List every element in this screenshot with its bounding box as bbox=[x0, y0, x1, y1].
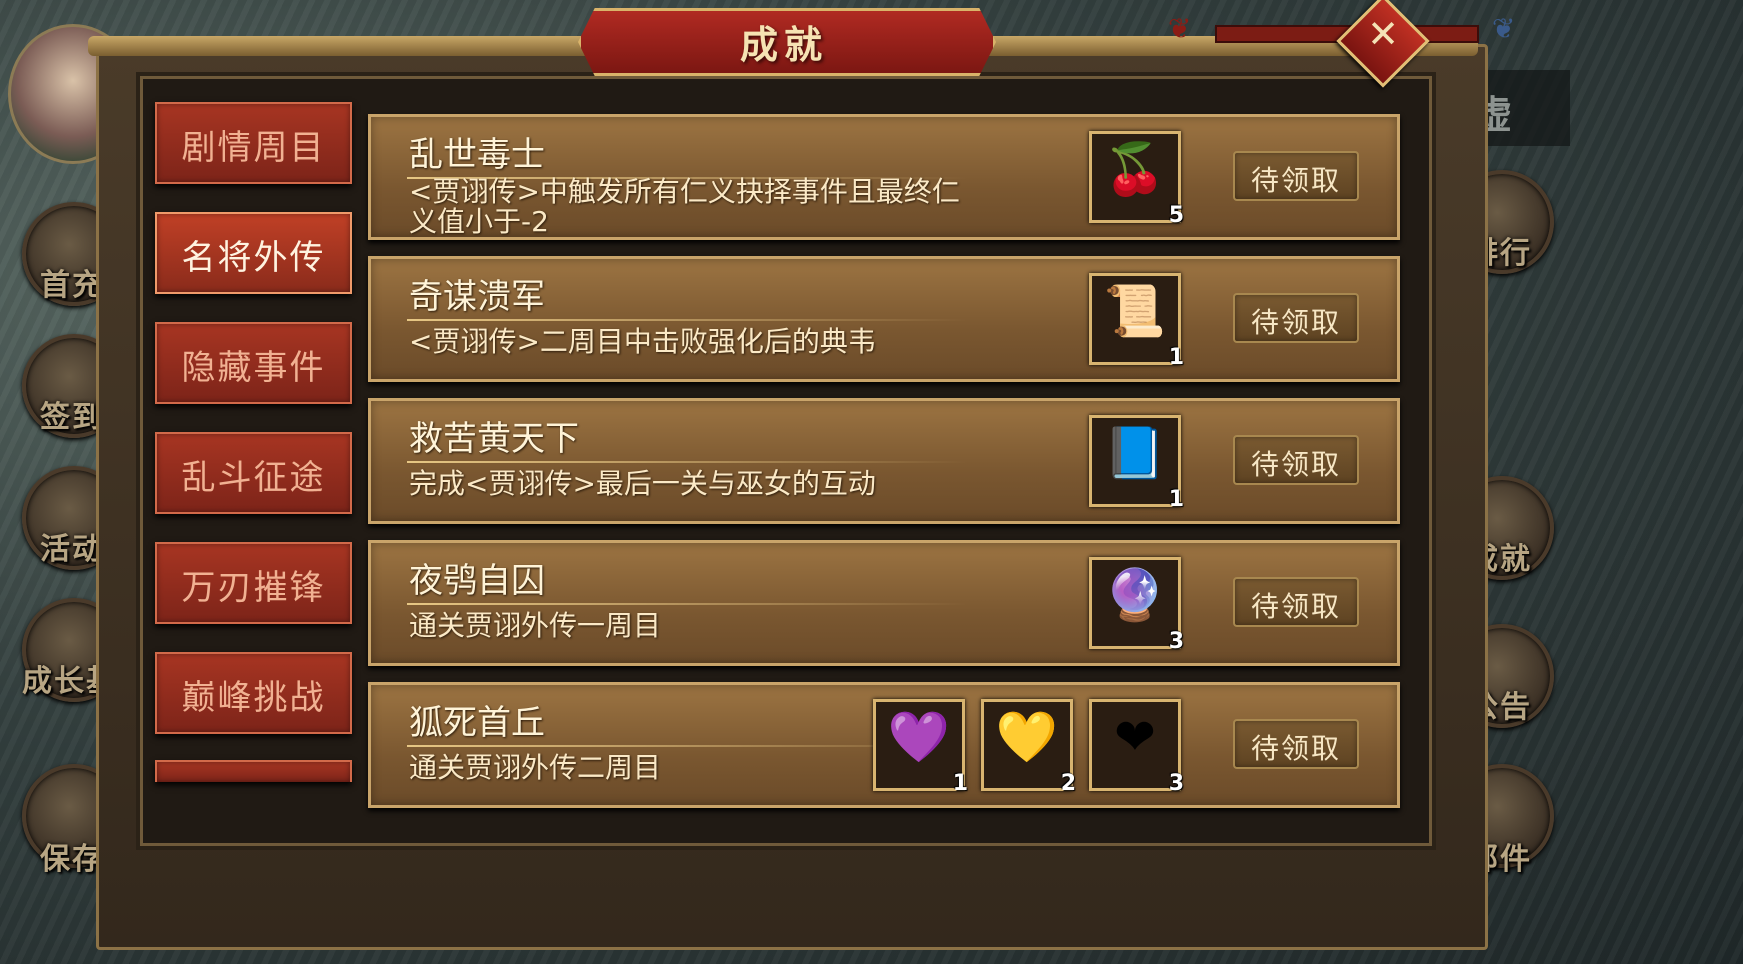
tab-label: 巅峰挑战 bbox=[181, 678, 326, 718]
achievement-name: 救苦黄天下 bbox=[409, 419, 579, 459]
claim-button[interactable]: 待领取 bbox=[1233, 435, 1359, 485]
achievement-name: 夜鸮自囚 bbox=[409, 561, 545, 601]
achievement-desc: 完成<贾诩传>最后一关与巫女的互动 bbox=[409, 467, 876, 500]
tab-melee-journey[interactable]: 乱斗征途 bbox=[155, 432, 352, 514]
achievement-name: 奇谋溃军 bbox=[409, 277, 545, 317]
claim-button[interactable]: 待领取 bbox=[1233, 151, 1359, 201]
reward-count: 2 bbox=[1060, 771, 1076, 796]
red-gem-icon[interactable]: ❤ 3 bbox=[1089, 699, 1184, 796]
row-divider bbox=[407, 603, 967, 605]
row-divider bbox=[407, 461, 967, 463]
achievement-row: 夜鸮自囚 通关贾诩外传一周目 🔮 3 待领取 bbox=[368, 540, 1400, 666]
achievement-desc: <贾诩传>中触发所有仁义抉择事件且最终仁义值小于-2 bbox=[409, 175, 960, 238]
purple-gem-icon[interactable]: 💜 1 bbox=[873, 699, 968, 796]
achievement-name: 乱世毒士 bbox=[409, 135, 545, 175]
tab-label: 剧情周目 bbox=[181, 128, 326, 168]
achievement-desc: 通关贾诩外传一周目 bbox=[409, 609, 662, 642]
tab-label: 万刃摧锋 bbox=[181, 568, 326, 608]
dialog-title: 成就 bbox=[739, 23, 828, 67]
claim-button-label: 待领取 bbox=[1250, 590, 1341, 623]
reward-count: 5 bbox=[1168, 203, 1184, 228]
tab-general-biography[interactable]: 名将外传 bbox=[155, 212, 352, 294]
achievement-row: 奇谋溃军 <贾诩传>二周目中击败强化后的典韦 📜 1 待领取 bbox=[368, 256, 1400, 382]
claim-button[interactable]: 待领取 bbox=[1233, 577, 1359, 627]
reward-count: 1 bbox=[1168, 487, 1184, 512]
claim-button-label: 待领取 bbox=[1250, 306, 1341, 339]
achievement-name: 狐死首丘 bbox=[409, 703, 545, 743]
claim-button[interactable]: 待领取 bbox=[1233, 719, 1359, 769]
tab-label: 隐藏事件 bbox=[181, 348, 326, 388]
red-bird-icon: ❦ bbox=[1168, 12, 1192, 45]
reward-count: 1 bbox=[952, 771, 968, 796]
blue-bird-icon: ❦ bbox=[1492, 12, 1516, 45]
achievement-row: 乱世毒士 <贾诩传>中触发所有仁义抉择事件且最终仁义值小于-2 🍒 5 待领取 bbox=[368, 114, 1400, 240]
achievement-row: 狐死首丘 通关贾诩外传二周目 💜 1 💛 2 ❤ 3 待领取 bbox=[368, 682, 1400, 808]
reward-count: 3 bbox=[1168, 629, 1184, 654]
blue-book-icon[interactable]: 📘 1 bbox=[1089, 415, 1184, 512]
tab-label: 名将外传 bbox=[181, 238, 326, 278]
gold-gem-icon[interactable]: 💛 2 bbox=[981, 699, 1076, 796]
tab-label: 乱斗征途 bbox=[181, 458, 326, 498]
claim-button-label: 待领取 bbox=[1250, 448, 1341, 481]
blue-scroll-icon[interactable]: 📜 1 bbox=[1089, 273, 1184, 370]
tab-story-cycle[interactable]: 剧情周目 bbox=[155, 102, 352, 184]
claim-button-label: 待领取 bbox=[1250, 164, 1341, 197]
tab-peak-challenge[interactable]: 巅峰挑战 bbox=[155, 652, 352, 734]
rainbow-orb-icon[interactable]: 🔮 3 bbox=[1089, 557, 1184, 654]
reward-count: 1 bbox=[1168, 345, 1184, 370]
claim-button-label: 待领取 bbox=[1250, 732, 1341, 765]
reward-count: 3 bbox=[1168, 771, 1184, 796]
achievement-desc: <贾诩传>二周目中击败强化后的典韦 bbox=[409, 325, 876, 358]
row-divider bbox=[407, 319, 967, 321]
cherries-icon[interactable]: 🍒 5 bbox=[1089, 131, 1184, 228]
tab-blade-assault[interactable]: 万刃摧锋 bbox=[155, 542, 352, 624]
tab-hidden-events[interactable]: 隐藏事件 bbox=[155, 322, 352, 404]
achievement-row: 救苦黄天下 完成<贾诩传>最后一关与巫女的互动 📘 1 待领取 bbox=[368, 398, 1400, 524]
claim-button[interactable]: 待领取 bbox=[1233, 293, 1359, 343]
tab-partial-next[interactable] bbox=[155, 760, 352, 782]
